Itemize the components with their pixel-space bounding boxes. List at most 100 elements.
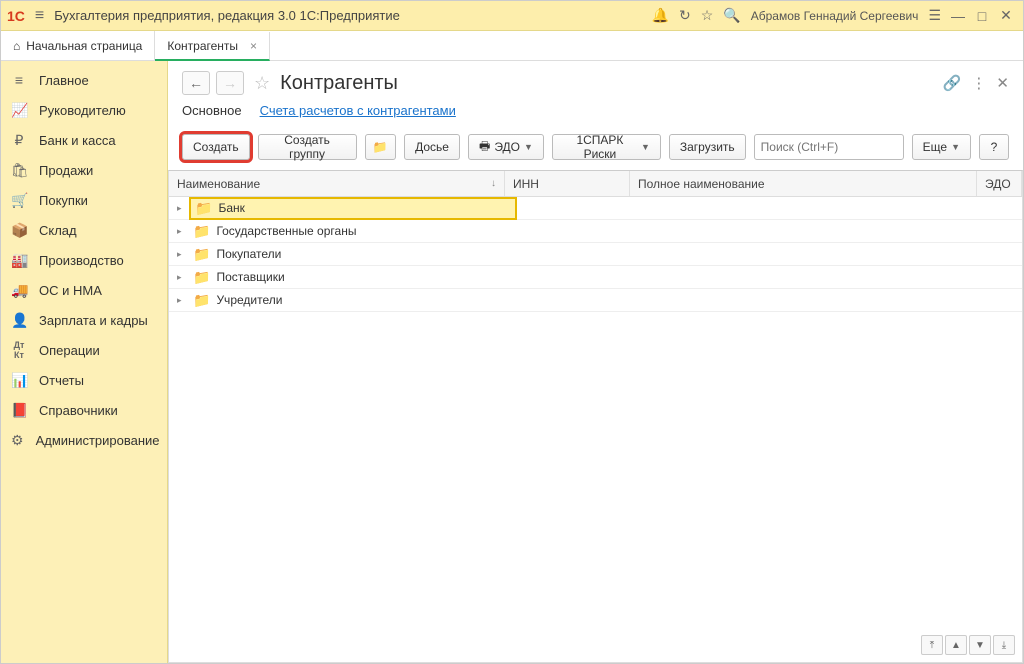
table-row[interactable]: ▸ 📁Государственные органы [169,220,1022,243]
gear-icon: ⚙ [11,432,24,449]
th-name[interactable]: Наименование↓ [169,171,505,196]
sidebar-item-references[interactable]: 📕Справочники [1,395,167,425]
sidebar-item-warehouse[interactable]: 📦Склад [1,215,167,245]
create-button[interactable]: Создать [182,134,250,160]
table-nav-buttons: ⤒ ▲ ▼ ⤓ [921,635,1015,655]
book-icon: 📕 [11,402,27,419]
folder-refresh-icon: 📁 [373,140,388,154]
load-button[interactable]: Загрузить [669,134,746,160]
sidebar-item-production[interactable]: 🏭 Производство [1,245,167,275]
sidebar-item-label: Руководителю [39,103,126,118]
th-inn[interactable]: ИНН [505,171,630,196]
th-edo[interactable]: ЭДО [977,171,1022,196]
star-icon[interactable]: ☆ [701,7,714,24]
tabs-row: ⌂ Начальная страница Контрагенты × [1,31,1023,61]
sidebar-item-label: Производство [39,253,124,268]
more-label: Еще [923,140,947,154]
sidebar-item-label: Операции [39,343,100,358]
table-row[interactable]: ▸ 📁Банк [169,197,1022,220]
bag-icon: 🛍 [11,162,27,179]
person-icon: 👤 [11,312,27,329]
print-icon: 🖶 [479,137,490,158]
app-logo: 1С [7,8,25,24]
folder-icon: 📁 [193,246,210,263]
topbar: 1С ≡ Бухгалтерия предприятия, редакция 3… [1,1,1023,31]
truck-icon: 🚚 [11,282,27,299]
dossier-button[interactable]: Досье [404,134,460,160]
nav-last-button[interactable]: ⤓ [993,635,1015,655]
search-icon[interactable]: 🔍 [723,7,740,24]
cart-icon: 🛒 [11,192,27,209]
th-full[interactable]: Полное наименование [630,171,977,196]
expand-icon[interactable]: ▸ [177,226,189,237]
subtab-main[interactable]: Основное [182,103,242,122]
tab-close-icon[interactable]: × [250,39,257,53]
sidebar-item-assets[interactable]: 🚚 ОС и НМА [1,275,167,305]
create-group-button[interactable]: Создать группу [258,134,357,160]
sidebar-item-admin[interactable]: ⚙ Администрирование [1,425,167,455]
filter-icon[interactable]: ☰ [928,7,941,24]
maximize-button[interactable]: □ [975,8,989,24]
edo-label: ЭДО [494,140,520,154]
sidebar-item-label: Отчеты [39,373,84,388]
tab-contractors[interactable]: Контрагенты × [155,32,270,61]
edo-button[interactable]: 🖶 ЭДО ▼ [468,134,544,160]
expand-icon[interactable]: ▸ [177,272,189,283]
nav-first-button[interactable]: ⤒ [921,635,943,655]
row-name: Покупатели [216,247,281,261]
spark-label: 1СПАРК Риски [563,133,637,161]
sidebar-item-bank[interactable]: ₽Банк и касса [1,125,167,155]
link-icon[interactable]: 🔗 [943,74,962,92]
kebab-icon[interactable]: ⋮ [971,74,986,92]
home-icon: ⌂ [13,39,20,53]
sidebar-item-sales[interactable]: 🛍Продажи [1,155,167,185]
row-name: Государственные органы [216,224,356,238]
close-page-icon[interactable]: ✕ [996,74,1009,92]
help-button[interactable]: ? [979,134,1009,160]
factory-icon: 🏭 [11,252,27,269]
sidebar-item-label: Администрирование [36,433,160,448]
sidebar-item-reports[interactable]: 📊Отчеты [1,365,167,395]
th-label: Наименование [177,177,260,191]
sidebar-item-purchases[interactable]: 🛒Покупки [1,185,167,215]
subtab-accounts[interactable]: Счета расчетов с контрагентами [260,103,456,122]
table-row[interactable]: ▸ 📁 Покупатели [169,243,1022,266]
search-box[interactable]: × [754,134,904,160]
history-icon[interactable]: ↻ [679,7,691,24]
menu-icon: ≡ [11,72,27,88]
chart-icon: 📈 [11,102,27,119]
expand-icon[interactable]: ▸ [177,295,189,306]
sidebar-item-main[interactable]: ≡Главное [1,65,167,95]
subtabs: Основное Счета расчетов с контрагентами [168,103,1023,130]
chevron-down-icon: ▼ [524,142,533,152]
table-row[interactable]: ▸ 📁Поставщики [169,266,1022,289]
tab-home[interactable]: ⌂ Начальная страница [1,31,155,60]
app-title: Бухгалтерия предприятия, редакция 3.0 1С… [54,8,400,23]
th-label: ИНН [513,177,539,191]
page-title: Контрагенты [280,72,398,95]
sidebar-item-manager[interactable]: 📈 Руководителю [1,95,167,125]
expand-icon[interactable]: ▸ [177,249,189,260]
user-name[interactable]: Абрамов Геннадий Сергеевич [751,9,919,23]
nav-back-button[interactable]: ← [182,71,210,95]
favorite-icon[interactable]: ☆ [254,73,270,94]
chevron-down-icon: ▼ [641,142,650,152]
expand-icon[interactable]: ▸ [177,203,189,214]
minimize-button[interactable]: — [951,8,965,24]
more-button[interactable]: Еще▼ [912,134,971,160]
refresh-button[interactable]: 📁 [365,134,397,160]
sidebar-item-operations[interactable]: ДтКтОперации [1,335,167,365]
bell-icon[interactable]: 🔔 [652,7,669,24]
nav-down-button[interactable]: ▼ [969,635,991,655]
spark-button[interactable]: 1СПАРК Риски ▼ [552,134,661,160]
menu-icon[interactable]: ≡ [35,7,44,25]
sidebar-item-salary[interactable]: 👤Зарплата и кадры [1,305,167,335]
sidebar-item-label: ОС и НМА [39,283,102,298]
th-label: Полное наименование [638,177,765,191]
nav-up-button[interactable]: ▲ [945,635,967,655]
table-row[interactable]: ▸ 📁Учредители [169,289,1022,312]
search-input[interactable] [761,140,916,154]
table-header: Наименование↓ ИНН Полное наименование ЭД… [169,171,1022,197]
close-button[interactable]: ✕ [999,7,1013,24]
nav-forward-button[interactable]: → [216,71,244,95]
